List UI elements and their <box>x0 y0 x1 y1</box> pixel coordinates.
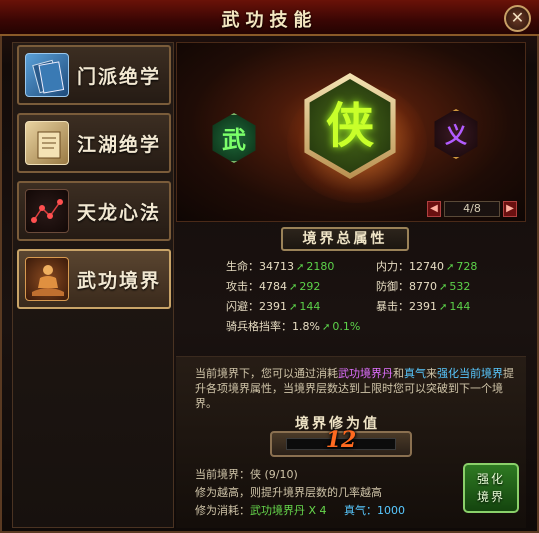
title-bar: 武功技能 ✕ <box>0 0 539 36</box>
nav-label: 江湖绝学 <box>77 134 162 156</box>
cultivation-bar: 12 <box>270 427 412 457</box>
nav-label: 天龙心法 <box>77 202 162 224</box>
realm-pager: ◀ 4/8 ▶ <box>427 201 517 217</box>
book-icon <box>25 53 69 97</box>
attr-mp: 内力：12740 ➚ 728 <box>376 260 478 273</box>
current-realm: 当前境界：侠 (9/10) <box>195 468 298 481</box>
prev-page-button[interactable]: ◀ <box>427 201 441 217</box>
up-arrow-icon: ➚ <box>439 302 448 313</box>
next-page-button[interactable]: ▶ <box>503 201 517 217</box>
scroll-icon <box>25 121 69 165</box>
realm-description: 当前境界下，您可以通过消耗武功境界丹和真气来强化当前境界提升各项境界属性，当境界… <box>195 367 514 410</box>
nav-item-jianghu-skills[interactable]: 江湖绝学 <box>17 113 171 173</box>
up-arrow-icon: ➚ <box>446 262 455 273</box>
cost-line: 修为消耗：武功境界丹 X 4 真气：1000 <box>195 504 406 517</box>
attr-defense: 防御：8770 ➚ 532 <box>376 280 471 293</box>
attributes-title: 境界总属性 <box>281 227 409 251</box>
realm-scene: 武 侠 义 ◀ 4/8 ▶ <box>176 42 526 222</box>
nav-item-tianlong-mind[interactable]: 天龙心法 <box>17 181 171 241</box>
attr-crit: 暴击：2391 ➚ 144 <box>376 300 471 313</box>
nav-label: 武功境界 <box>77 270 162 292</box>
upgrade-realm-button[interactable]: 强化 境界 <box>463 463 519 513</box>
up-arrow-icon: ➚ <box>439 282 448 293</box>
attr-dodge: 闪避：2391 ➚ 144 <box>226 300 321 313</box>
attr-attack: 攻击：4784 ➚ 292 <box>226 280 321 293</box>
skill-category-nav: 门派绝学 江湖绝学 天龙心法 武功境界 <box>12 42 174 528</box>
realm-gem-yi[interactable]: 义 <box>434 109 478 159</box>
realm-gem-wu[interactable]: 武 <box>212 113 256 163</box>
meditation-icon <box>25 257 69 301</box>
close-button[interactable]: ✕ <box>504 5 531 32</box>
window-title: 武功技能 <box>221 10 318 31</box>
up-arrow-icon: ➚ <box>296 262 305 273</box>
constellation-icon <box>25 189 69 233</box>
up-arrow-icon: ➚ <box>289 282 298 293</box>
cultivation-value: 12 <box>325 427 357 453</box>
attr-hp: 生命：34713 ➚ 2180 <box>226 260 335 273</box>
attr-cavalry-block: 骑兵格挡率：1.8% ➚ 0.1% <box>226 320 361 333</box>
page-indicator: 4/8 <box>444 201 500 217</box>
nav-item-martial-realm[interactable]: 武功境界 <box>17 249 171 309</box>
nav-label: 门派绝学 <box>77 66 162 88</box>
nav-item-sect-skills[interactable]: 门派绝学 <box>17 45 171 105</box>
realm-hint: 修为越高，则提升境界层数的几率越高 <box>195 486 382 499</box>
up-arrow-icon: ➚ <box>289 302 298 313</box>
up-arrow-icon: ➚ <box>321 322 331 333</box>
